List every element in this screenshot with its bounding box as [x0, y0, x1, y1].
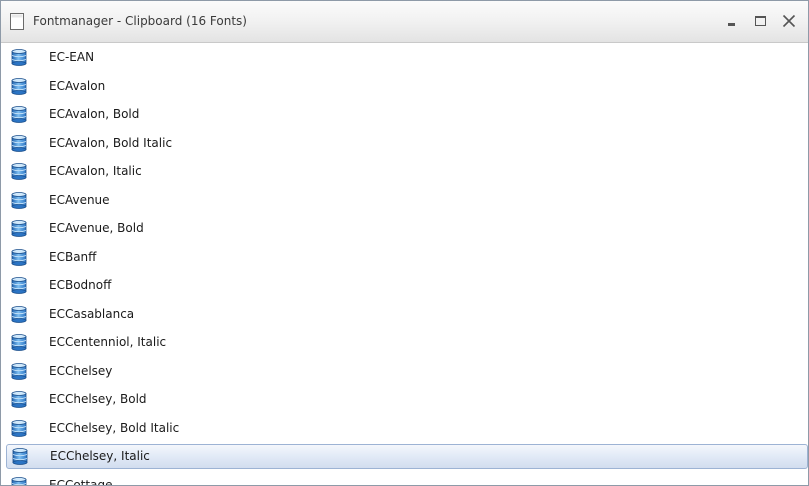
list-item[interactable]: EC-EAN: [1, 45, 808, 70]
font-name-label: EC-EAN: [49, 50, 95, 64]
maximize-button[interactable]: [752, 12, 770, 30]
font-name-label: ECChelsey, Bold Italic: [49, 421, 180, 435]
minimize-icon: [723, 12, 741, 30]
list-item[interactable]: ECChelsey: [1, 359, 808, 384]
font-database-icon: [11, 391, 27, 408]
font-database-icon: [11, 135, 27, 152]
font-database-icon: [11, 106, 27, 123]
close-button[interactable]: [780, 12, 798, 30]
font-database-icon: [11, 220, 27, 237]
font-name-label: ECChelsey, Italic: [50, 449, 150, 463]
font-database-icon: [11, 249, 27, 266]
font-database-icon: [11, 163, 27, 180]
list-item[interactable]: ECCasablanca: [1, 302, 808, 327]
list-item[interactable]: ECCentenniol, Italic: [1, 330, 808, 355]
list-item-selected[interactable]: ECChelsey, Italic: [6, 444, 808, 469]
font-database-icon: [11, 49, 27, 66]
font-name-label: ECChelsey: [49, 364, 113, 378]
font-name-label: ECCottage: [49, 478, 113, 486]
maximize-icon: [752, 12, 770, 30]
font-list[interactable]: EC-EAN ECAvalon ECAvalon, Bold ECAvalon, Bo…: [1, 43, 808, 485]
font-name-label: ECAvalon, Bold: [49, 107, 140, 121]
font-name-label: ECBodnoff: [49, 278, 112, 292]
title-bar[interactable]: Fontmanager - Clipboard (16 Fonts): [1, 1, 808, 43]
window-title: Fontmanager - Clipboard (16 Fonts): [33, 14, 247, 28]
font-database-icon: [11, 78, 27, 95]
font-name-label: ECAvalon: [49, 79, 106, 93]
font-name-label: ECBanff: [49, 250, 97, 264]
list-item[interactable]: ECAvalon, Italic: [1, 159, 808, 184]
list-item[interactable]: ECAvalon: [1, 74, 808, 99]
list-item[interactable]: ECAvenue: [1, 188, 808, 213]
list-item[interactable]: ECBanff: [1, 245, 808, 270]
font-database-icon: [12, 448, 28, 465]
document-icon: [10, 13, 24, 30]
font-database-icon: [11, 306, 27, 323]
font-name-label: ECAvenue: [49, 193, 110, 207]
font-name-label: ECAvenue, Bold: [49, 221, 144, 235]
list-item[interactable]: ECBodnoff: [1, 273, 808, 298]
font-name-label: ECAvalon, Italic: [49, 164, 142, 178]
list-item[interactable]: ECAvalon, Bold: [1, 102, 808, 127]
list-item[interactable]: ECChelsey, Bold: [1, 387, 808, 412]
fontmanager-window: Fontmanager - Clipboard (16 Fonts) EC-EA…: [0, 0, 809, 486]
font-database-icon: [11, 420, 27, 437]
list-item[interactable]: ECAvalon, Bold Italic: [1, 131, 808, 156]
font-database-icon: [11, 477, 27, 485]
font-name-label: ECAvalon, Bold Italic: [49, 136, 173, 150]
font-name-label: ECChelsey, Bold: [49, 392, 147, 406]
font-database-icon: [11, 277, 27, 294]
font-name-label: ECCentenniol, Italic: [49, 335, 167, 349]
font-database-icon: [11, 192, 27, 209]
list-item[interactable]: ECCottage: [1, 473, 808, 486]
font-database-icon: [11, 363, 27, 380]
list-item[interactable]: ECAvenue, Bold: [1, 216, 808, 241]
minimize-button[interactable]: [723, 12, 741, 30]
list-item[interactable]: ECChelsey, Bold Italic: [1, 416, 808, 441]
font-name-label: ECCasablanca: [49, 307, 135, 321]
close-icon: [780, 12, 798, 30]
font-database-icon: [11, 334, 27, 351]
